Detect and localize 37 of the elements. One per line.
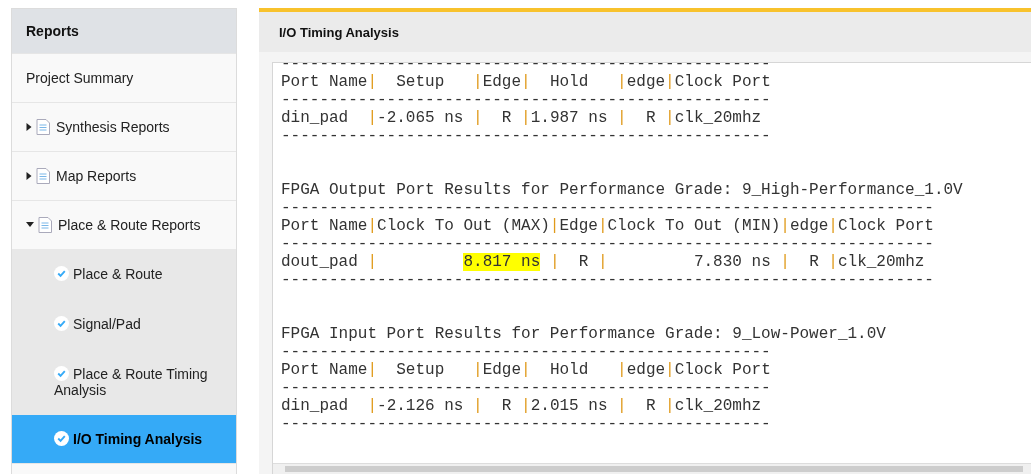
caret-right-icon[interactable] [26,172,32,181]
sidebar-item[interactable]: Map Reports [12,151,236,201]
sidebar-item[interactable]: Synthesis Reports [12,102,236,152]
report-line: --------------------------------------------------- [281,63,771,73]
check-icon [54,431,69,447]
report-line: --------------------------------------------------- [281,127,771,145]
caret-down-icon[interactable] [26,222,34,229]
horizontal-scrollbar[interactable] [273,463,1031,474]
sidebar-subitem[interactable]: Place & Route [12,249,236,300]
report-line: din_pad |-2.126 ns | R |2.015 ns | R |clk_20mhz [281,397,762,415]
sidebar-subitem[interactable]: Place & Route Timing Analysis [12,349,236,416]
report-line: -------------------------------------------------------------------- [281,235,934,253]
check-icon [54,316,69,332]
sidebar-item[interactable]: Project Summary [12,53,236,103]
check-icon [54,266,69,282]
document-icon [36,119,50,136]
panel-title: I/O Timing Analysis [259,12,1031,52]
report-line: Port Name| Setup |Edge| Hold |edge|Clock Port [281,73,771,91]
report-line: dout_pad | 8.817 ns | R | 7.830 ns | R |clk_20mhz [281,253,925,271]
sidebar-title: Reports [12,9,236,54]
sidebar-subitem[interactable]: Signal/Pad [12,299,236,350]
report-line: -------------------------------------------------------------------- [281,199,934,217]
report-line: --------------------------------------------------- [281,415,771,433]
report-line: -------------------------------------------------------------------- [281,271,934,289]
document-icon [36,168,50,185]
report-line: --------------------------------------------------- [281,91,771,109]
report-line: FPGA Output Port Results for Performance Grade: 9_High-Performance_1.0V [281,181,963,199]
caret-right-icon[interactable] [26,123,32,132]
sidebar-subitem[interactable]: I/O Timing Analysis [12,415,236,464]
report-line: Port Name| Setup |Edge| Hold |edge|Clock Port [281,361,771,379]
document-icon [38,217,52,234]
check-icon [54,366,69,382]
report-line: Port Name|Clock To Out (MAX)|Edge|Clock To Out (MIN)|edge|Clock Port [281,217,934,235]
report-line: --------------------------------------------------- [281,379,771,397]
report-line: din_pad |-2.065 ns | R |1.987 ns | R |clk_20mhz [281,109,762,127]
report-line: FPGA Input Port Results for Performance Grade: 9_Low-Power_1.0V [281,325,886,343]
report-line: --------------------------------------------------- [281,343,771,361]
